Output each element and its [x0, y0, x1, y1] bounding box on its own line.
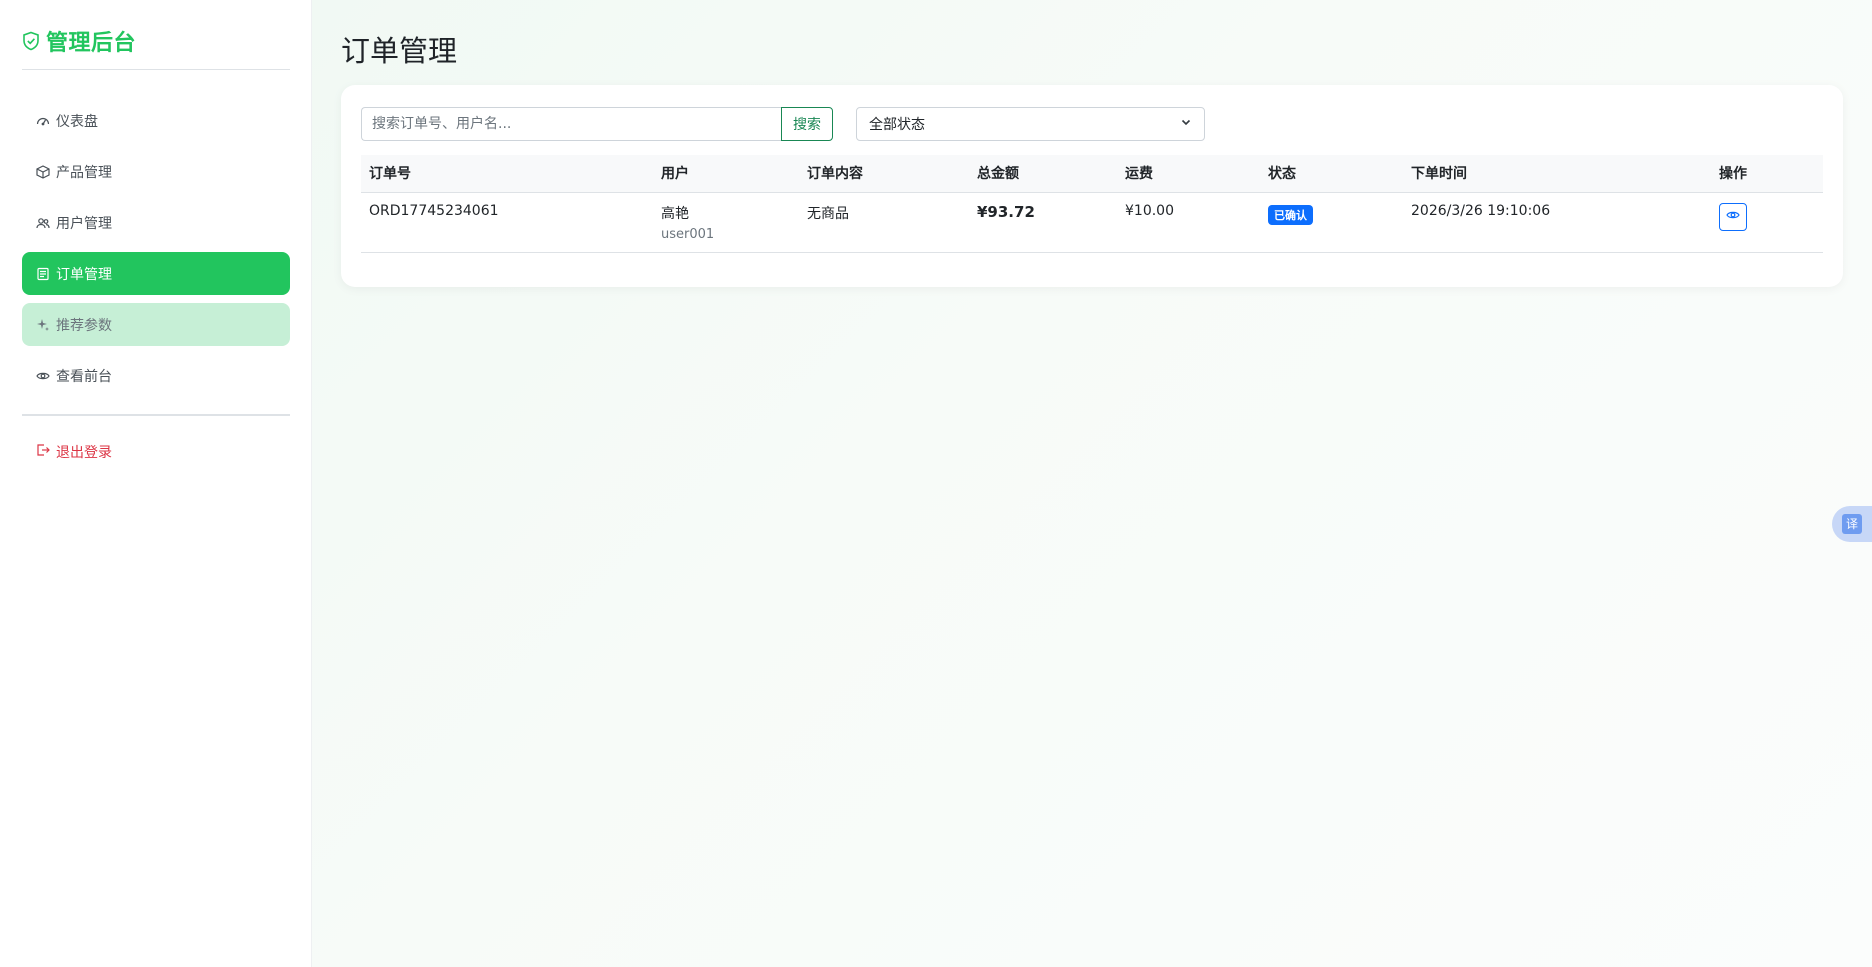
sidebar-item-label: 推荐参数: [56, 317, 112, 334]
column-header[interactable]: 用户: [653, 155, 799, 193]
sidebar: 管理后台 仪表盘 产品管理 用户管理 订单管理 推荐参数 查看前台 退出登录: [0, 0, 312, 967]
order-user-cell: 高艳 user001: [653, 192, 799, 253]
app-root: 管理后台 仪表盘 产品管理 用户管理 订单管理 推荐参数 查看前台 退出登录 订…: [0, 0, 1872, 967]
order-number: ORD17745234061: [361, 192, 653, 253]
order-actions-cell: [1711, 192, 1823, 253]
logout-icon: [36, 443, 50, 461]
chevron-down-icon: [1180, 116, 1192, 132]
sidebar-item-dashboard[interactable]: 仪表盘: [22, 99, 290, 142]
sparkle-icon: [36, 318, 50, 332]
sidebar-item-label: 查看前台: [56, 368, 112, 385]
order-user-id: user001: [661, 226, 715, 242]
sidebar-item-label: 产品管理: [56, 164, 112, 181]
translate-icon: 译: [1842, 514, 1862, 534]
brand-title: 管理后台: [46, 30, 137, 56]
column-header: 操作: [1711, 155, 1823, 193]
sidebar-item-products[interactable]: 产品管理: [22, 150, 290, 193]
column-header[interactable]: 订单内容: [799, 155, 969, 193]
order-shipping: ¥10.00: [1117, 192, 1260, 253]
table-row: ORD17745234061 高艳 user001 无商品 ¥93.72 ¥10…: [361, 192, 1823, 253]
eye-icon: [1726, 208, 1740, 225]
order-content: 无商品: [799, 192, 969, 253]
column-header[interactable]: 下单时间: [1403, 155, 1711, 193]
logout-button[interactable]: 退出登录: [22, 430, 290, 473]
sidebar-nav: 仪表盘 产品管理 用户管理 订单管理 推荐参数 查看前台: [22, 99, 290, 405]
brand[interactable]: 管理后台: [22, 22, 290, 70]
column-header[interactable]: 总金额: [969, 155, 1117, 193]
order-status-cell: 已确认: [1260, 192, 1403, 253]
shield-check-icon: [22, 31, 40, 51]
receipt-icon: [36, 267, 50, 281]
search-group: 搜索: [361, 107, 833, 141]
column-header[interactable]: 状态: [1260, 155, 1403, 193]
orders-table: 订单号 用户 订单内容 总金额 运费 状态 下单时间 操作 ORD1774523…: [361, 155, 1823, 253]
view-order-button[interactable]: [1719, 202, 1747, 231]
logout-label: 退出登录: [56, 444, 112, 461]
sidebar-divider: [22, 414, 290, 416]
box-icon: [36, 164, 50, 179]
sidebar-item-orders[interactable]: 订单管理: [22, 252, 290, 295]
column-header[interactable]: 运费: [1117, 155, 1260, 193]
order-total: ¥93.72: [969, 192, 1117, 253]
orders-card: 搜索 全部状态 订单号 用户: [341, 85, 1843, 287]
sidebar-item-label: 用户管理: [56, 215, 112, 232]
sidebar-item-users[interactable]: 用户管理: [22, 201, 290, 244]
sidebar-item-recommend-params[interactable]: 推荐参数: [22, 303, 290, 346]
search-input[interactable]: [361, 107, 781, 141]
status-badge: 已确认: [1268, 204, 1313, 225]
status-filter-value: 全部状态: [869, 117, 925, 133]
table-header-row: 订单号 用户 订单内容 总金额 运费 状态 下单时间 操作: [361, 155, 1823, 193]
page-title: 订单管理: [341, 34, 458, 68]
status-filter-select[interactable]: 全部状态: [856, 107, 1205, 141]
people-icon: [36, 216, 50, 230]
column-header[interactable]: 订单号: [361, 155, 653, 193]
order-time: 2026/3/26 19:10:06: [1403, 192, 1711, 253]
search-button[interactable]: 搜索: [781, 107, 833, 141]
main-content: 订单管理 搜索 全部状态: [312, 0, 1872, 967]
sidebar-item-label: 仪表盘: [56, 113, 98, 130]
order-user-name: 高艳: [661, 205, 689, 222]
sidebar-item-label: 订单管理: [56, 266, 112, 283]
eye-icon: [36, 369, 50, 383]
speedometer-icon: [36, 114, 50, 128]
translate-button[interactable]: 译: [1832, 506, 1872, 542]
sidebar-item-view-frontend[interactable]: 查看前台: [22, 354, 290, 397]
